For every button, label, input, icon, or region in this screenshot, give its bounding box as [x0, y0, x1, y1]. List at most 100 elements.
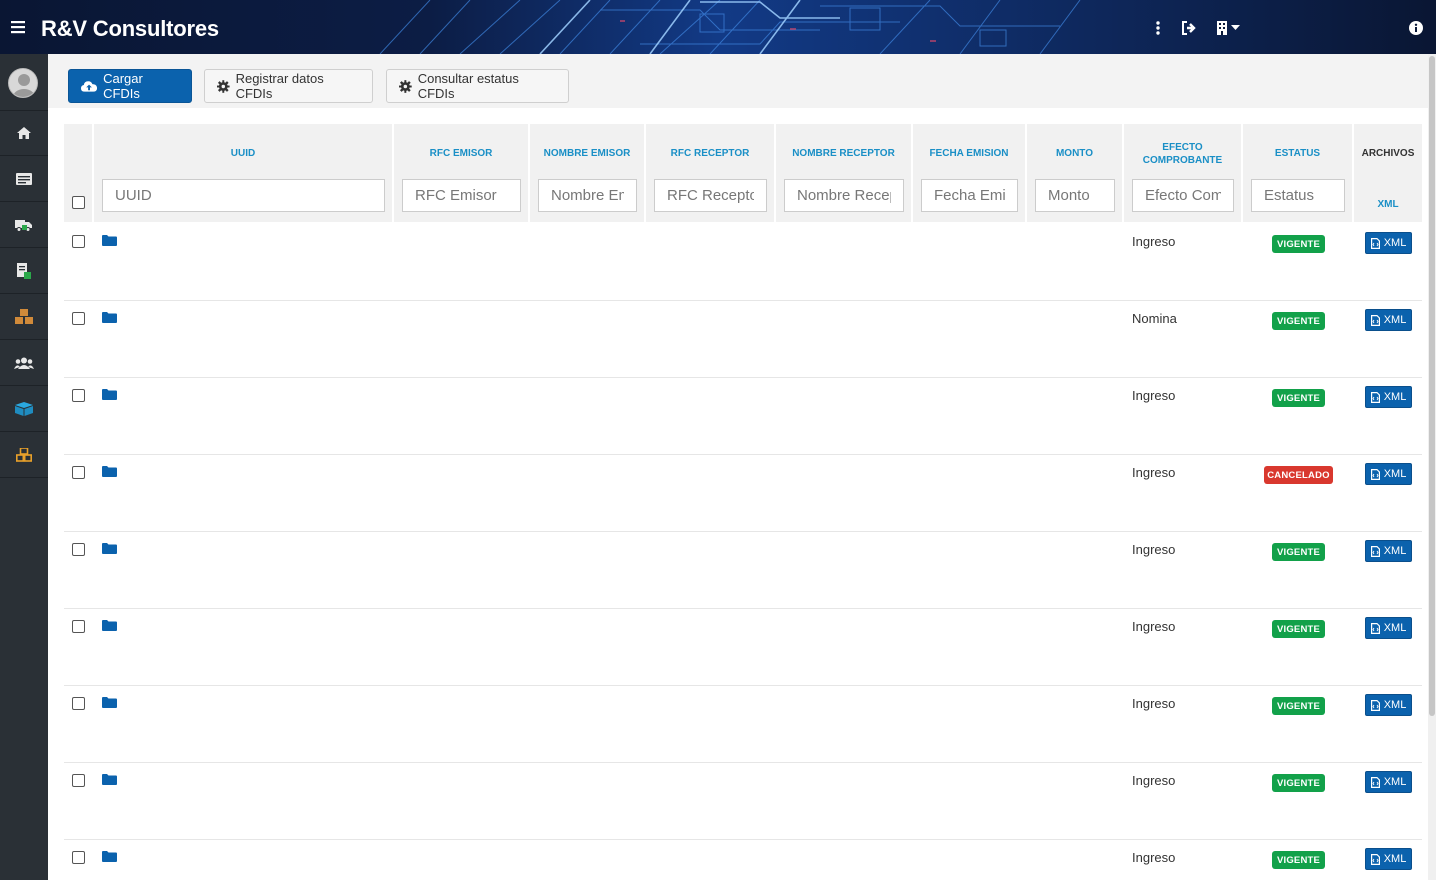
table-row: Nomina VIGENTE XML	[64, 301, 1422, 378]
folder-icon[interactable]	[102, 697, 117, 708]
more-options-button[interactable]	[1152, 18, 1164, 38]
filter-efecto-input[interactable]	[1132, 179, 1234, 212]
download-xml-button[interactable]: XML	[1365, 232, 1412, 254]
info-button[interactable]	[1408, 18, 1424, 38]
sidebar-item-inventory[interactable]	[0, 294, 48, 340]
folder-icon[interactable]	[102, 851, 117, 862]
file-code-icon	[1370, 853, 1380, 865]
column-header-rfc-receptor[interactable]: RFC RECEPTOR	[646, 124, 774, 169]
cargar-cfdis-label: Cargar CFDIs	[103, 71, 143, 101]
sidebar-item-users[interactable]	[0, 340, 48, 386]
efecto-comprobante-cell: Ingreso	[1132, 388, 1176, 403]
header-rfc-emisor: RFC EMISOR	[394, 124, 529, 222]
sidebar-item-packages[interactable]	[0, 386, 48, 432]
consultar-estatus-label: Consultar estatus CFDIs	[417, 71, 519, 101]
folder-icon[interactable]	[102, 620, 117, 631]
filter-monto-input[interactable]	[1035, 179, 1115, 212]
row-select-checkbox[interactable]	[72, 774, 85, 787]
header-efecto-comprobante: EFECTO COMPROBANTE	[1124, 124, 1242, 222]
efecto-comprobante-cell: Ingreso	[1132, 850, 1176, 865]
xml-button-label: XML	[1383, 699, 1407, 711]
sidebar-item-products[interactable]	[0, 432, 48, 478]
download-xml-button[interactable]: XML	[1365, 463, 1412, 485]
file-code-icon	[1370, 699, 1380, 711]
header-select-all-cell	[64, 124, 93, 222]
column-header-rfc-emisor[interactable]: RFC EMISOR	[394, 124, 528, 169]
folder-icon[interactable]	[102, 312, 117, 323]
filter-rfc-receptor-input[interactable]	[654, 179, 767, 212]
xml-button-label: XML	[1383, 314, 1407, 326]
row-select-checkbox[interactable]	[72, 620, 85, 633]
cubes-orange-icon	[16, 447, 32, 462]
sidebar-item-list[interactable]	[0, 156, 48, 202]
efecto-comprobante-cell: Ingreso	[1132, 465, 1176, 480]
xml-button-label: XML	[1383, 237, 1407, 249]
status-badge: VIGENTE	[1272, 543, 1325, 561]
folder-icon[interactable]	[102, 466, 117, 477]
row-select-checkbox[interactable]	[72, 235, 85, 248]
row-select-checkbox[interactable]	[72, 312, 85, 325]
filter-uuid-input[interactable]	[102, 179, 385, 212]
xml-button-label: XML	[1383, 853, 1407, 865]
filter-nombre-emisor-input[interactable]	[538, 179, 637, 212]
sidebar-item-xml[interactable]	[0, 248, 48, 294]
scrollbar-thumb[interactable]	[1429, 56, 1435, 716]
info-icon	[1409, 21, 1423, 35]
row-select-checkbox[interactable]	[72, 851, 85, 864]
folder-icon[interactable]	[102, 774, 117, 785]
status-badge: CANCELADO	[1264, 466, 1333, 484]
table-row: Ingreso VIGENTE XML	[64, 378, 1422, 455]
download-xml-button[interactable]: XML	[1365, 771, 1412, 793]
cargar-cfdis-button[interactable]: Cargar CFDIs	[68, 69, 192, 103]
column-header-nombre-receptor[interactable]: NOMBRE RECEPTOR	[776, 124, 911, 169]
user-avatar[interactable]	[8, 68, 38, 98]
filter-rfc-emisor-input[interactable]	[402, 179, 521, 212]
header-estatus: ESTATUS	[1243, 124, 1353, 222]
folder-icon[interactable]	[102, 235, 117, 246]
folder-icon[interactable]	[102, 543, 117, 554]
header-monto: MONTO	[1027, 124, 1123, 222]
column-header-efecto-line2: COMPROBANTE	[1142, 154, 1223, 166]
download-xml-button[interactable]: XML	[1365, 540, 1412, 562]
status-badge: VIGENTE	[1272, 235, 1325, 253]
sidebar-item-home[interactable]	[0, 110, 48, 156]
column-header-uuid[interactable]: UUID	[94, 124, 392, 169]
file-code-icon	[1370, 545, 1380, 557]
filter-estatus-input[interactable]	[1251, 179, 1345, 212]
download-xml-button[interactable]: XML	[1365, 309, 1412, 331]
download-xml-button[interactable]: XML	[1365, 694, 1412, 716]
registrar-datos-button[interactable]: Registrar datos CFDIs	[204, 69, 373, 103]
sidebar-item-shipping[interactable]	[0, 202, 48, 248]
filter-nombre-receptor-input[interactable]	[784, 179, 904, 212]
truck-icon	[15, 219, 32, 232]
row-select-checkbox[interactable]	[72, 389, 85, 402]
row-select-checkbox[interactable]	[72, 697, 85, 710]
hamburger-menu-icon[interactable]	[11, 20, 25, 34]
filter-fecha-emision-input[interactable]	[921, 179, 1018, 212]
company-selector-dropdown[interactable]	[1214, 18, 1242, 38]
cloud-upload-icon	[81, 81, 98, 92]
xml-button-label: XML	[1383, 545, 1407, 557]
header-rfc-receptor: RFC RECEPTOR	[646, 124, 775, 222]
column-header-monto[interactable]: MONTO	[1027, 124, 1122, 169]
status-badge: VIGENTE	[1272, 851, 1325, 869]
consultar-estatus-button[interactable]: Consultar estatus CFDIs	[386, 69, 569, 103]
folder-icon[interactable]	[102, 389, 117, 400]
page-scrollbar[interactable]	[1428, 54, 1436, 880]
row-select-checkbox[interactable]	[72, 466, 85, 479]
column-header-nombre-emisor[interactable]: NOMBRE EMISOR	[530, 124, 644, 169]
download-xml-button[interactable]: XML	[1365, 617, 1412, 639]
download-xml-button[interactable]: XML	[1365, 848, 1412, 870]
cubes-icon	[15, 308, 33, 324]
efecto-comprobante-cell: Nomina	[1132, 311, 1177, 326]
select-all-checkbox[interactable]	[72, 196, 85, 209]
column-header-fecha-emision[interactable]: FECHA EMISION	[913, 124, 1025, 169]
column-header-efecto-comprobante[interactable]: EFECTO COMPROBANTE	[1124, 124, 1241, 169]
sidebar	[0, 54, 48, 880]
building-icon	[1217, 21, 1227, 35]
sign-out-icon	[1182, 21, 1196, 35]
row-select-checkbox[interactable]	[72, 543, 85, 556]
download-xml-button[interactable]: XML	[1365, 386, 1412, 408]
column-header-estatus[interactable]: ESTATUS	[1243, 124, 1352, 169]
sign-out-button[interactable]	[1180, 18, 1198, 38]
